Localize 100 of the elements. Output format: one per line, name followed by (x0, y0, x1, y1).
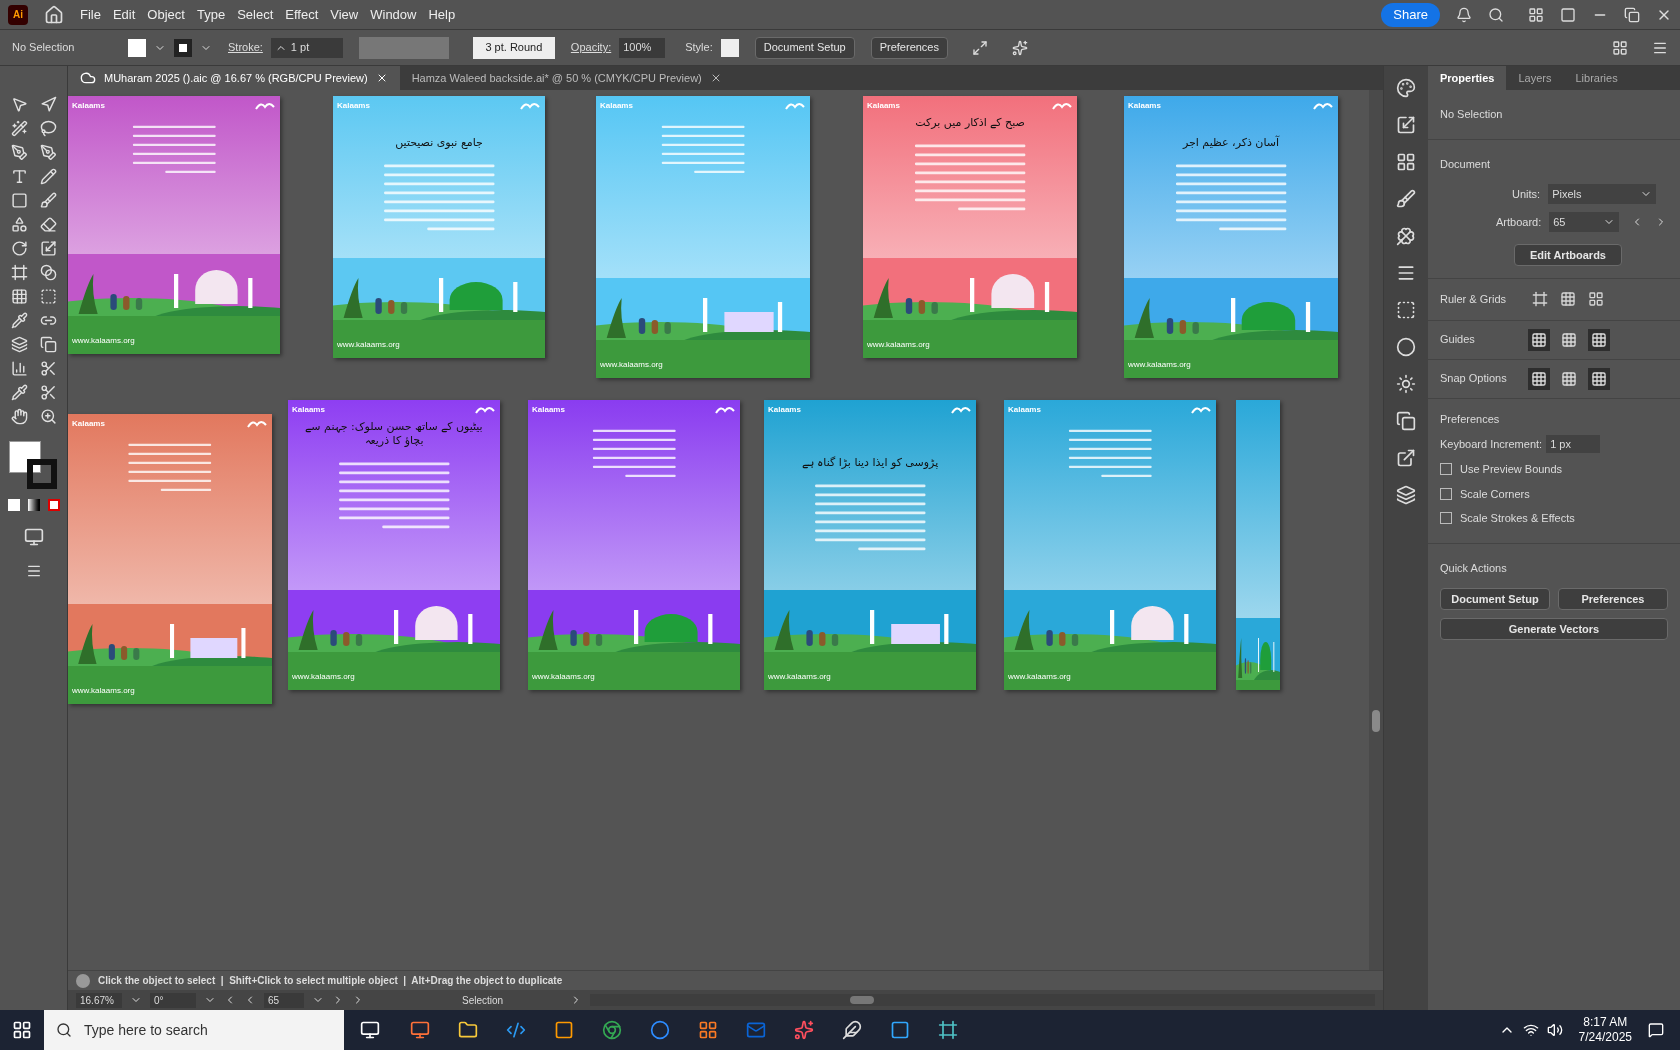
edit-artboards-button[interactable]: Edit Artboards (1514, 244, 1622, 266)
artboard-field[interactable]: 65 (264, 992, 304, 1008)
menu-item[interactable]: Object (147, 4, 185, 25)
color-mode-icon[interactable] (7, 499, 20, 511)
pen-icon[interactable] (10, 144, 28, 161)
panel-tab[interactable]: Layers (1506, 66, 1564, 90)
artboard-dropdown[interactable]: 65 (1549, 212, 1620, 232)
restore-icon[interactable] (1624, 6, 1640, 23)
fill-swatch[interactable] (128, 38, 146, 57)
toolbar-button[interactable]: Preferences (870, 36, 948, 59)
direct-selection-icon[interactable] (39, 96, 57, 113)
generative-icon[interactable] (1012, 39, 1028, 56)
guide-toggle[interactable] (1588, 328, 1610, 351)
puppet-warp-icon[interactable] (39, 264, 57, 281)
quick-action-button[interactable]: Document Setup (1440, 588, 1550, 610)
gradient-mode-icon[interactable] (27, 499, 40, 511)
magic-wand-icon[interactable] (10, 120, 28, 137)
help-icon[interactable] (76, 973, 90, 988)
gradient-icon[interactable] (39, 288, 57, 305)
guide-toggle[interactable] (1528, 328, 1550, 351)
menu-item[interactable]: Help (428, 4, 456, 25)
document-tab[interactable]: MUharam 2025 ().aic @ 16.67 % (RGB/CPU Preview) (68, 66, 400, 90)
home-icon[interactable] (44, 4, 64, 25)
curvature-icon[interactable] (39, 144, 57, 161)
mesh-icon[interactable] (10, 288, 28, 305)
workspace-icon[interactable] (1528, 6, 1544, 23)
rectangle-icon[interactable] (10, 192, 28, 209)
arrange-icon[interactable] (1560, 6, 1576, 23)
graphic-styles-icon[interactable] (1396, 411, 1416, 431)
task-view-icon[interactable] (360, 1020, 380, 1040)
snap-toggle[interactable] (1528, 367, 1550, 390)
panel-tab[interactable]: Libraries (1563, 66, 1630, 90)
symbols-icon[interactable] (1396, 226, 1416, 246)
slice-icon[interactable] (39, 360, 57, 377)
keyboard-increment-field[interactable]: 1 px (1546, 435, 1601, 453)
zoom-field[interactable]: 16.67% (76, 992, 122, 1008)
eyedropper-icon[interactable] (10, 384, 28, 401)
opacity-field[interactable]: 100% (619, 37, 666, 58)
eyedropper-icon[interactable] (10, 312, 28, 329)
appearance-icon[interactable] (1396, 374, 1416, 394)
grid-icon[interactable] (1560, 291, 1576, 308)
checkbox[interactable] (1440, 463, 1452, 476)
symbol-sprayer-icon[interactable] (10, 336, 28, 353)
brushes-icon[interactable] (1396, 189, 1416, 209)
color-guide-icon[interactable] (1396, 115, 1416, 135)
stroke-swatch[interactable] (174, 38, 192, 57)
scale-icon[interactable] (39, 240, 57, 257)
start-icon[interactable] (12, 1020, 32, 1040)
checkbox[interactable] (1440, 487, 1452, 500)
stroke-panel-icon[interactable] (1396, 263, 1416, 283)
type-icon[interactable] (10, 168, 28, 185)
arrange-documents-icon[interactable] (1612, 39, 1628, 56)
export-icon[interactable] (1396, 448, 1416, 468)
rotate-icon[interactable] (10, 240, 28, 257)
layers-panel-icon[interactable] (1396, 485, 1416, 505)
snap-toggle[interactable] (1588, 367, 1610, 390)
selection-icon[interactable] (10, 96, 28, 113)
network-icon[interactable] (1522, 1022, 1539, 1038)
taskbar-search-field[interactable]: Type here to search (44, 1010, 344, 1050)
menu-item[interactable]: Edit (112, 4, 136, 25)
stroke-color-swatch[interactable] (26, 459, 57, 489)
volume-icon[interactable] (1546, 1022, 1563, 1038)
share-button[interactable]: Share (1381, 2, 1440, 27)
hand-icon[interactable] (10, 408, 28, 425)
clock[interactable]: 8:17 AM 7/24/2025 (1578, 1015, 1632, 1045)
notification-icon[interactable] (1456, 6, 1472, 23)
transparency-icon[interactable] (1396, 337, 1416, 357)
color-panel-icon[interactable] (1396, 78, 1416, 98)
notifications-icon[interactable] (1648, 1022, 1664, 1038)
document-tab[interactable]: Hamza Waleed backside.ai* @ 50 % (CMYK/CPU Preview) (399, 66, 734, 90)
app-logo[interactable]: Ai (8, 4, 28, 25)
generate-vectors-button[interactable]: Generate Vectors (1440, 618, 1668, 640)
variable-width-swatch[interactable] (358, 36, 449, 59)
graph-icon[interactable] (10, 360, 28, 377)
gradient-panel-icon[interactable] (1396, 300, 1416, 320)
eraser-icon[interactable] (39, 216, 57, 233)
menu-item[interactable]: Select (237, 4, 274, 25)
checkbox[interactable] (1440, 512, 1452, 525)
menu-item[interactable]: Effect (285, 4, 319, 25)
menu-item[interactable]: Window (370, 4, 417, 25)
menu-item[interactable]: Type (196, 4, 226, 25)
style-swatch[interactable] (720, 38, 739, 57)
panel-tab[interactable]: Properties (1428, 66, 1507, 90)
scissors-icon[interactable] (39, 384, 57, 401)
search-icon[interactable] (1488, 6, 1504, 23)
more-tools-icon[interactable] (25, 563, 42, 579)
transform-icon[interactable] (972, 39, 988, 56)
shaper-icon[interactable] (10, 216, 28, 233)
line-icon[interactable] (39, 168, 57, 185)
quick-action-button[interactable]: Preferences (1558, 588, 1668, 610)
menu-item[interactable]: File (80, 4, 101, 25)
screen-mode-icon[interactable] (23, 527, 44, 547)
brush-icon[interactable] (39, 192, 57, 209)
menu-item[interactable]: View (330, 4, 359, 25)
zoom-icon[interactable] (39, 408, 57, 425)
artboard-icon[interactable] (39, 336, 57, 353)
swatches-icon[interactable] (1396, 152, 1416, 172)
none-mode-icon[interactable] (47, 499, 60, 511)
toolbar-button[interactable]: Document Setup (754, 36, 855, 59)
free-transform-icon[interactable] (10, 264, 28, 281)
